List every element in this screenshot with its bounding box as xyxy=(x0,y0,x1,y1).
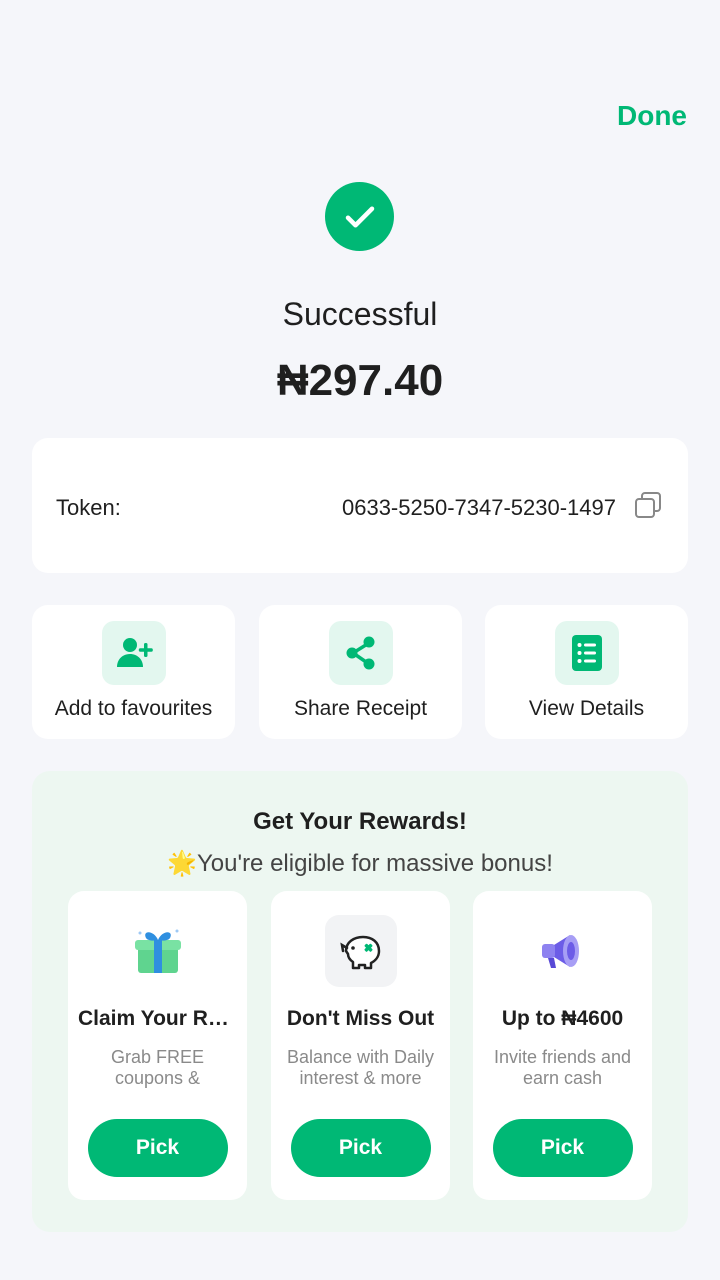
reward-card-claim[interactable]: Claim Your Rewards Grab FREE coupons & c… xyxy=(68,891,247,1200)
copy-icon[interactable] xyxy=(634,491,662,519)
rewards-section: Get Your Rewards! 🌟You're eligible for m… xyxy=(32,771,688,1232)
reward-card-title: Don't Miss Out xyxy=(286,1007,435,1030)
reward-card-description: Invite friends and earn cash xyxy=(493,1047,632,1088)
view-details-button[interactable]: View Details xyxy=(485,605,688,739)
action-buttons: Add to favourites Share Receipt View Det… xyxy=(32,605,688,739)
star-icon: 🌟 xyxy=(167,850,197,877)
reward-card-up-to-4600[interactable]: Up to ₦4600 Invite friends and earn cash… xyxy=(473,891,652,1200)
share-receipt-button[interactable]: Share Receipt xyxy=(259,605,462,739)
share-icon xyxy=(328,621,393,685)
rewards-subtitle: 🌟You're eligible for massive bonus! xyxy=(32,849,688,878)
megaphone-icon xyxy=(527,915,599,987)
rewards-title: Get Your Rewards! xyxy=(253,808,467,835)
done-button[interactable]: Done xyxy=(617,100,687,132)
reward-card-description: Balance with Daily interest & more xyxy=(286,1047,435,1088)
rewards-subtitle-text: You're eligible for massive bonus! xyxy=(196,850,553,877)
add-user-icon xyxy=(101,621,166,685)
pick-button[interactable]: Pick xyxy=(492,1119,633,1177)
amount-text: ₦297.40 xyxy=(276,356,444,405)
token-value: 0633-5250-7347-5230-1497 xyxy=(341,495,616,520)
gift-icon xyxy=(122,915,194,987)
piggy-bank-icon xyxy=(324,915,397,987)
add-to-favourites-label: Add to favourites xyxy=(54,697,213,720)
token-card: Token: 0633-5250-7347-5230-1497 xyxy=(32,438,688,573)
add-to-favourites-button[interactable]: Add to favourites xyxy=(32,605,235,739)
reward-card-dont-miss-out[interactable]: Don't Miss Out Balance with Daily intere… xyxy=(271,891,450,1200)
pick-button[interactable]: Pick xyxy=(87,1119,228,1177)
success-check-icon xyxy=(325,182,394,251)
pick-button[interactable]: Pick xyxy=(290,1119,431,1177)
reward-card-title: Up to ₦4600 xyxy=(501,1007,624,1030)
share-receipt-label: Share Receipt xyxy=(293,697,428,720)
status-text: Successful xyxy=(282,296,438,332)
reward-card-title: Claim Your Rewards xyxy=(78,1007,237,1030)
token-label: Token: xyxy=(56,495,121,520)
list-details-icon xyxy=(554,621,619,685)
reward-card-description: Grab FREE coupons & cashback xyxy=(110,1047,205,1088)
view-details-label: View Details xyxy=(528,697,645,720)
